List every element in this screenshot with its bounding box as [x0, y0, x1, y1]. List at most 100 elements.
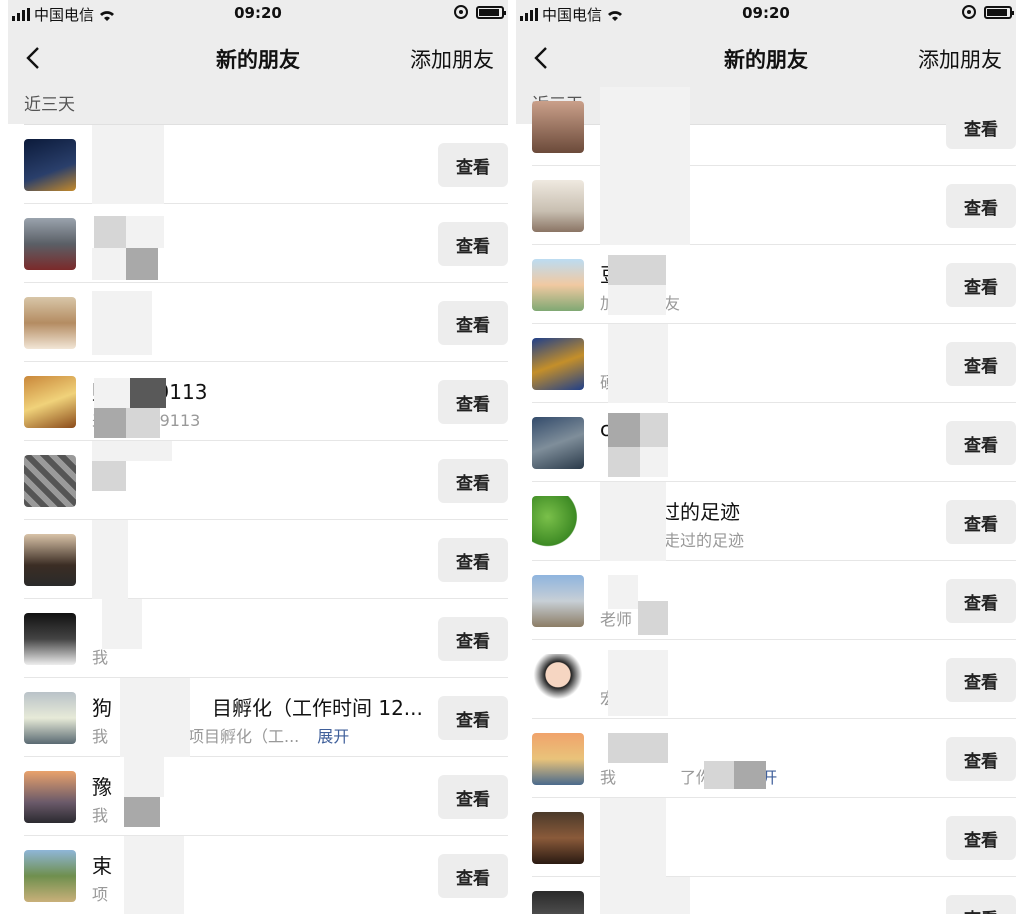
avatar[interactable] [532, 812, 584, 864]
avatar[interactable] [532, 417, 584, 469]
friend-request-row[interactable]: 老师 查看 [532, 561, 1016, 640]
view-button[interactable]: 查看 [438, 222, 508, 266]
friend-request-row[interactable]: 查看 [24, 520, 508, 599]
contact-name: 豫 [92, 775, 112, 799]
friend-request-row[interactable]: 我 了你...展开查看 [532, 719, 1016, 798]
friend-request-row[interactable]: 和我急查看 [532, 798, 1016, 877]
friend-request-row[interactable]: 查看 [532, 166, 1016, 245]
view-button[interactable]: 查看 [438, 538, 508, 582]
view-button[interactable]: 查看 [946, 500, 1016, 544]
view-button[interactable]: 查看 [438, 696, 508, 740]
mosaic-redaction [608, 690, 668, 716]
avatar[interactable] [532, 259, 584, 311]
mosaic-redaction [734, 761, 766, 789]
friend-request-row[interactable]: 狗 目孵化（工作时间 12... 我 项目孵化（工... 展开 查看 [24, 678, 508, 757]
mosaic-redaction [92, 248, 126, 280]
view-button[interactable]: 查看 [946, 342, 1016, 386]
avatar[interactable] [24, 455, 76, 507]
avatar[interactable] [24, 218, 76, 270]
friend-request-row[interactable]: 宏宇查看 [532, 640, 1016, 719]
avatar[interactable] [532, 891, 584, 914]
view-button[interactable]: 查看 [946, 105, 1016, 149]
avatar[interactable] [24, 297, 76, 349]
clock: 09:20 [234, 4, 282, 22]
phone-screen-right: 中国电信 09:20 新的朋友 添加朋友 近三天 查看查看豆腐加你为朋友查看硬面… [516, 0, 1016, 914]
lock-rotation-icon [454, 5, 468, 19]
mosaic-redaction [94, 216, 126, 248]
friend-request-row[interactable]: 硬面查看 [532, 324, 1016, 403]
mosaic-redaction [608, 733, 668, 763]
request-message: 我 [92, 802, 108, 826]
view-button[interactable]: 查看 [946, 421, 1016, 465]
avatar[interactable] [532, 338, 584, 390]
friend-request-row[interactable]: 财 1319113来财 1319113查看 [24, 362, 508, 441]
status-bar: 中国电信 09:20 [516, 0, 1016, 28]
view-button[interactable]: 查看 [438, 143, 508, 187]
view-button[interactable]: 查看 [438, 854, 508, 898]
mosaic-redaction [640, 413, 668, 447]
friend-request-row[interactable]: 束项 查看 [24, 836, 508, 914]
friend-request-row[interactable]: 查看 [24, 125, 508, 204]
friend-request-row[interactable]: 豆腐加你为朋友查看 [532, 245, 1016, 324]
avatar[interactable] [532, 180, 584, 232]
friend-request-list: 查看查看豆腐加你为朋友查看硬面查看cb查看曾经走过的足迹找你曾经走过的足迹查看老… [516, 87, 1016, 914]
clock: 09:20 [742, 4, 790, 22]
avatar[interactable] [24, 139, 76, 191]
mosaic-redaction [124, 797, 160, 827]
view-button[interactable]: 查看 [946, 263, 1016, 307]
friend-request-row[interactable]: 查看 [24, 283, 508, 362]
avatar[interactable] [24, 692, 76, 744]
view-button[interactable]: 查看 [946, 658, 1016, 702]
view-button[interactable]: 查看 [946, 895, 1016, 914]
mosaic-redaction [94, 408, 126, 438]
view-button[interactable]: 查看 [438, 459, 508, 503]
view-button[interactable]: 查看 [946, 579, 1016, 623]
mosaic-redaction [124, 757, 164, 797]
friend-request-row[interactable]: 查看 [24, 204, 508, 283]
friend-request-row[interactable]: 查看 [24, 441, 508, 520]
friend-request-row[interactable]: cb查看 [532, 403, 1016, 482]
mosaic-redaction [608, 575, 638, 609]
mosaic-redaction [704, 761, 734, 789]
friend-request-row[interactable]: 我 查看 [24, 599, 508, 678]
view-button[interactable]: 查看 [438, 380, 508, 424]
friend-request-row[interactable]: 查看 [532, 877, 1016, 914]
view-button[interactable]: 查看 [438, 301, 508, 345]
battery-icon [476, 5, 506, 19]
friend-request-row[interactable]: 曾经走过的足迹 找你曾经走过的足迹 查看 [532, 482, 1016, 561]
request-message: 项 [92, 881, 108, 905]
view-button[interactable]: 查看 [438, 775, 508, 819]
friend-request-row[interactable]: 豫我 查看 [24, 757, 508, 836]
mosaic-redaction [92, 125, 164, 204]
mosaic-redaction [126, 248, 158, 280]
avatar[interactable] [24, 850, 76, 902]
avatar[interactable] [532, 101, 584, 153]
friend-request-list: 查看查看查看财 1319113来财 1319113查看查看查看我查看狗 目孵化（… [8, 125, 508, 914]
add-friend-button[interactable]: 添加朋友 [918, 44, 1002, 74]
avatar[interactable] [24, 771, 76, 823]
navigation-bar: 新的朋友 添加朋友 [516, 28, 1016, 88]
avatar[interactable] [532, 654, 584, 706]
avatar[interactable] [532, 733, 584, 785]
request-message-text: 老师 [600, 610, 633, 629]
mosaic-redaction [608, 255, 666, 285]
mosaic-redaction [600, 166, 690, 245]
view-button[interactable]: 查看 [946, 816, 1016, 860]
view-button[interactable]: 查看 [438, 617, 508, 661]
battery-icon [984, 5, 1014, 19]
add-friend-button[interactable]: 添加朋友 [410, 44, 494, 74]
avatar[interactable] [24, 376, 76, 428]
mosaic-redaction [126, 408, 160, 438]
avatar[interactable] [24, 534, 76, 586]
mosaic-redaction [92, 441, 172, 461]
avatar[interactable] [532, 496, 584, 548]
mosaic-redaction [102, 599, 142, 649]
view-button[interactable]: 查看 [946, 184, 1016, 228]
avatar[interactable] [532, 575, 584, 627]
friend-request-row[interactable]: 查看 [532, 87, 1016, 166]
mosaic-redaction [120, 678, 190, 757]
view-button[interactable]: 查看 [946, 737, 1016, 781]
avatar[interactable] [24, 613, 76, 665]
mosaic-redaction [600, 87, 690, 166]
expand-link[interactable]: 展开 [317, 727, 349, 746]
